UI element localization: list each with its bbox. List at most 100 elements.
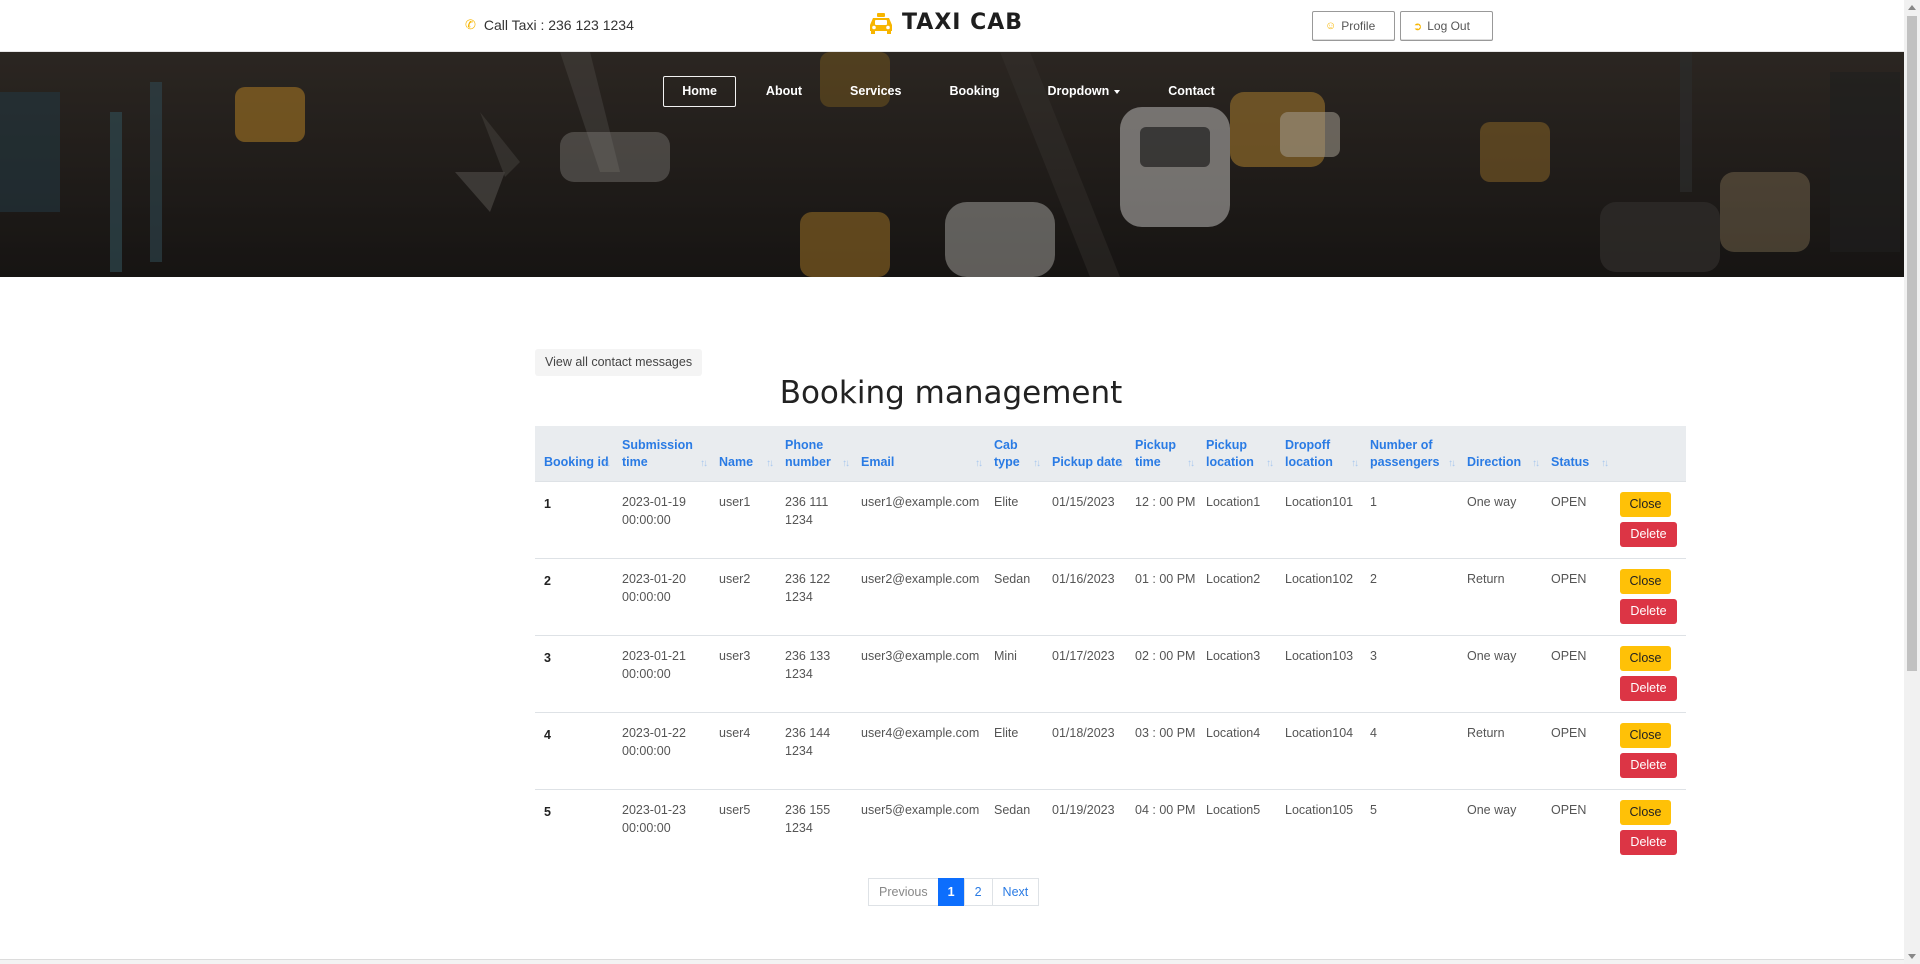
col-pickup-time-label: Pickup time (1135, 437, 1176, 469)
col-pickup-time[interactable]: Pickup time ↑↓ (1126, 426, 1197, 481)
col-submission-time-label: Submission time (622, 437, 693, 469)
sign-out-icon: ➲ (1413, 20, 1423, 33)
nav-about-label: About (765, 84, 803, 98)
col-email[interactable]: Email ↑↓ (852, 426, 985, 481)
cell-email: user5@example.com (852, 788, 985, 866)
col-phone-number[interactable]: Phone number ↑↓ (776, 426, 852, 481)
cell-submission: 2023-01-22 00:00:00 (613, 711, 710, 789)
col-booking-id-label: Booking id (544, 454, 609, 469)
col-number-of-passengers[interactable]: Number of passengers ↑↓ (1361, 426, 1458, 481)
cell-actions: Close Delete (1611, 788, 1686, 866)
delete-booking-button[interactable]: Delete (1620, 752, 1677, 778)
col-direction[interactable]: Direction ↑↓ (1458, 426, 1542, 481)
sort-icon: ↑↓ (1266, 457, 1274, 469)
sort-icon: ↑↓ (842, 457, 850, 469)
page-bottom-edge (0, 959, 1904, 964)
pagination-page-1[interactable]: 1 (937, 878, 965, 906)
nav-about[interactable]: About (748, 76, 820, 107)
pagination-previous[interactable]: Previous (868, 878, 939, 906)
cell-phone: 236 155 1234 (776, 788, 852, 866)
col-status-label: Status (1551, 454, 1590, 469)
close-booking-button[interactable]: Close (1620, 799, 1671, 825)
nav-booking[interactable]: Booking (931, 76, 1017, 107)
col-pickup-date[interactable]: Pickup date ↑↓ (1043, 426, 1126, 481)
cell-cab: Sedan (985, 788, 1043, 866)
delete-booking-button[interactable]: Delete (1620, 598, 1677, 624)
table-row: 4 2023-01-22 00:00:00 user4 236 144 1234 use… (535, 711, 1686, 789)
cell-pickup: Location5 (1197, 788, 1276, 866)
col-pickup-date-label: Pickup date (1052, 454, 1123, 469)
col-email-label: Email (861, 454, 895, 469)
pagination-page-2[interactable]: 2 (963, 878, 993, 906)
cell-date: 01/17/2023 (1043, 634, 1126, 712)
col-pickup-location[interactable]: Pickup location ↑↓ (1197, 426, 1276, 481)
row-actions: Close Delete (1620, 491, 1686, 547)
cell-phone: 236 122 1234 (776, 557, 852, 635)
profile-button[interactable]: ☺ Profile (1312, 11, 1395, 41)
nav-services[interactable]: Services (832, 76, 919, 107)
close-booking-button[interactable]: Close (1620, 568, 1671, 594)
cell-email: user3@example.com (852, 634, 985, 712)
cell-id: 5 (535, 788, 613, 866)
booking-table: Booking id ↑↓ Submission time ↑↓ Name ↑↓ Ph… (535, 426, 1686, 866)
col-cab-type[interactable]: Cab type ↑↓ (985, 426, 1043, 481)
col-cab-type-label: Cab type (994, 437, 1020, 469)
row-actions: Close Delete (1620, 568, 1686, 624)
scroll-down-icon[interactable] (1908, 954, 1916, 959)
close-booking-button[interactable]: Close (1620, 722, 1671, 748)
cell-dropoff: Location105 (1276, 788, 1361, 866)
delete-booking-button[interactable]: Delete (1620, 521, 1677, 547)
cell-status: OPEN (1542, 788, 1611, 866)
col-number-of-passengers-label: Number of passengers (1370, 437, 1440, 469)
col-phone-number-label: Phone number (785, 437, 831, 469)
sort-icon: ↑↓ (1601, 457, 1609, 469)
cell-submission: 2023-01-23 00:00:00 (613, 788, 710, 866)
cell-direction: One way (1458, 634, 1542, 712)
cell-submission: 2023-01-21 00:00:00 (613, 634, 710, 712)
caret-down-icon (1114, 89, 1121, 94)
sort-icon: ↑↓ (1532, 457, 1540, 469)
cell-direction: Return (1458, 711, 1542, 789)
cell-date: 01/16/2023 (1043, 557, 1126, 635)
nav-dropdown-label: Dropdown (1047, 84, 1110, 98)
cell-passengers: 5 (1361, 788, 1458, 866)
cell-email: user4@example.com (852, 711, 985, 789)
close-booking-button[interactable]: Close (1620, 645, 1671, 671)
view-contact-messages-button[interactable]: View all contact messages (535, 349, 703, 376)
vertical-scrollbar[interactable] (1904, 0, 1920, 964)
col-actions (1611, 426, 1686, 481)
col-dropoff-location[interactable]: Dropoff location ↑↓ (1276, 426, 1361, 481)
cell-name: user3 (710, 634, 776, 712)
scrollbar-thumb[interactable] (1907, 16, 1917, 671)
cell-dropoff: Location102 (1276, 557, 1361, 635)
nav-home[interactable]: Home (663, 76, 736, 107)
col-dropoff-location-label: Dropoff location (1285, 437, 1333, 469)
col-status[interactable]: Status ↑↓ (1542, 426, 1611, 481)
scroll-up-icon[interactable] (1908, 5, 1916, 10)
close-booking-button[interactable]: Close (1620, 491, 1671, 517)
col-submission-time[interactable]: Submission time ↑↓ (613, 426, 710, 481)
cell-dropoff: Location104 (1276, 711, 1361, 789)
profile-label: Profile (1341, 19, 1376, 33)
sort-icon: ↑↓ (1448, 457, 1456, 469)
cell-dropoff: Location101 (1276, 480, 1361, 558)
nav-contact[interactable]: Contact (1150, 76, 1233, 107)
cell-dropoff: Location103 (1276, 634, 1361, 712)
cell-date: 01/18/2023 (1043, 711, 1126, 789)
col-name-label: Name (719, 454, 754, 469)
cell-cab: Mini (985, 634, 1043, 712)
col-name[interactable]: Name ↑↓ (710, 426, 776, 481)
cell-submission: 2023-01-19 00:00:00 (613, 480, 710, 558)
pagination-next[interactable]: Next (991, 878, 1040, 906)
nav-dropdown[interactable]: Dropdown (1029, 76, 1138, 107)
cell-id: 3 (535, 634, 613, 712)
nav-contact-label: Contact (1168, 84, 1215, 98)
logout-button[interactable]: ➲ Log Out (1400, 11, 1493, 41)
user-circle-icon: ☺ (1325, 20, 1337, 32)
table-row: 5 2023-01-23 00:00:00 user5 236 155 1234 use… (535, 788, 1686, 866)
sort-icon: ↑↓ (603, 457, 611, 469)
col-booking-id[interactable]: Booking id ↑↓ (535, 426, 613, 481)
brand-logo[interactable]: TAXI CAB (868, 10, 1023, 35)
delete-booking-button[interactable]: Delete (1620, 829, 1677, 855)
delete-booking-button[interactable]: Delete (1620, 675, 1677, 701)
